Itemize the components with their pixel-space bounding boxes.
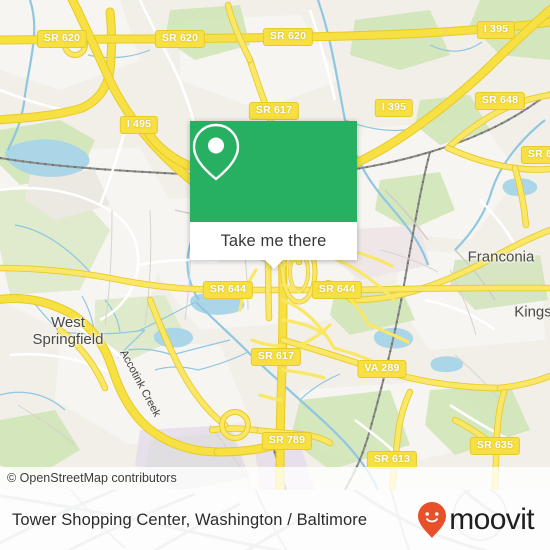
place-label-west-springfield: West Springfield: [33, 314, 104, 348]
attribution-text: © OpenStreetMap contributors: [7, 471, 177, 485]
place-label-line1: West: [51, 314, 85, 331]
road-shield-sr644-a: SR 644: [202, 281, 254, 299]
map-attribution: © OpenStreetMap contributors: [0, 467, 550, 490]
moovit-brand[interactable]: moovit: [417, 501, 535, 539]
road-shield-sr635: SR 635: [469, 437, 521, 455]
road-shield-i495: I 495: [119, 116, 159, 134]
road-shield-sr789: SR 789: [261, 432, 313, 450]
map-canvas[interactable]: .land { fill:#f2efe9; } .resid { fill:#f…: [0, 0, 550, 490]
take-me-there-label: Take me there: [220, 231, 327, 250]
road-shield-sr6-edge: SR 6: [520, 146, 550, 164]
take-me-there-button[interactable]: Take me there: [190, 222, 357, 260]
road-shield-sr617-a: SR 617: [248, 102, 300, 120]
road-shield-va289: VA 289: [357, 360, 407, 378]
road-shield-sr644-b: SR 644: [311, 281, 363, 299]
road-shield-sr620-a: SR 620: [36, 30, 88, 48]
footer-title: Tower Shopping Center, Washington / Balt…: [12, 510, 368, 529]
screenshot-root: .land { fill:#f2efe9; } .resid { fill:#f…: [0, 0, 550, 550]
location-popup-card[interactable]: Take me there: [190, 121, 357, 269]
map-pin-icon: [192, 123, 240, 181]
moovit-pin-icon: [418, 502, 447, 538]
card-pointer-tail: [264, 260, 283, 269]
moovit-wordmark: moovit: [449, 503, 534, 536]
road-shield-i395-b: I 395: [374, 99, 414, 117]
road-shield-sr648: SR 648: [474, 92, 526, 110]
road-shield-sr620-c: SR 620: [262, 28, 314, 46]
place-label-franconia: Franconia: [467, 248, 535, 266]
road-shield-sr620-b: SR 620: [154, 30, 206, 48]
footer-content: Tower Shopping Center, Washington / Balt…: [0, 490, 550, 550]
card-pin-area: [190, 121, 357, 222]
place-label-kingstowne: Kings: [514, 303, 550, 321]
road-shield-sr617-b: SR 617: [250, 348, 302, 366]
road-shield-i395-a: I 395: [476, 21, 516, 39]
footer-bar: Tower Shopping Center, Washington / Balt…: [0, 490, 550, 550]
place-label-line2: Springfield: [32, 331, 104, 348]
